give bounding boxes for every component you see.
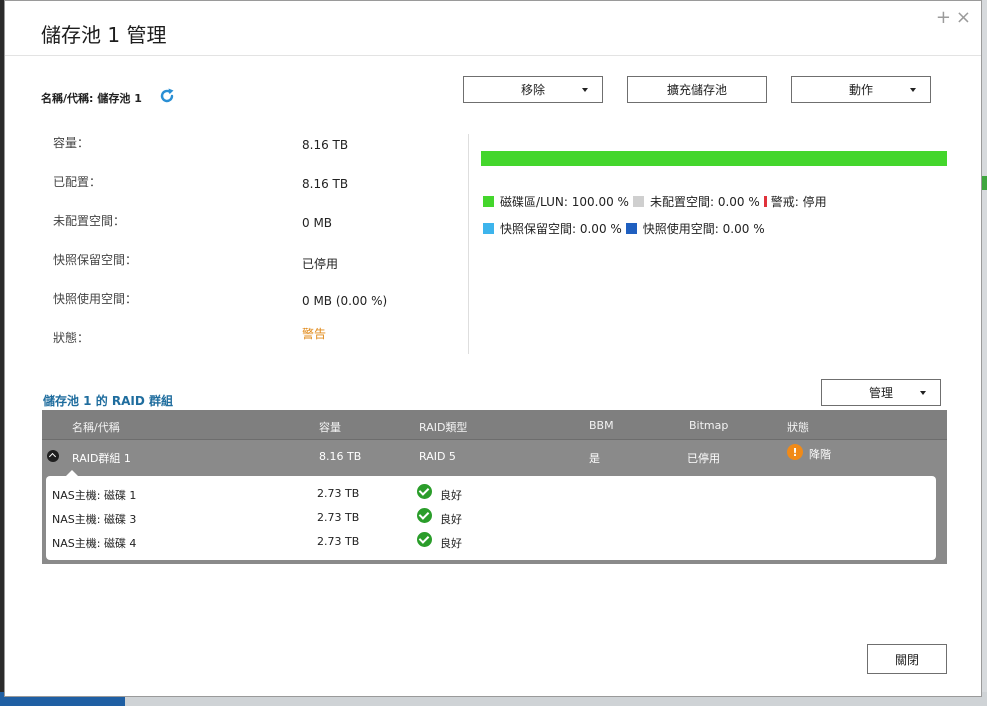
disk-row[interactable]: NAS主機: 磁碟 4 2.73 TB 良好 — [46, 532, 936, 554]
refresh-icon[interactable] — [158, 87, 176, 105]
legend-item-snapshot-reserved: 快照保留空間: 0.00 % — [483, 220, 622, 237]
status-warning-text: 警告 — [302, 327, 327, 341]
property-snapshot-reserved: 快照保留空間： 已停用 — [53, 251, 453, 271]
check-icon — [417, 484, 432, 499]
legend-swatch — [625, 223, 637, 234]
raid-group-row[interactable]: RAID群組 1 8.16 TB RAID 5 是 已停用 ! 降階 — [42, 440, 947, 474]
legend-label: 磁碟區/LUN: 100.00 % — [500, 195, 629, 209]
property-snapshot-used: 快照使用空間： 0 MB (0.00 %) — [53, 290, 453, 310]
raid-group-bitmap: 已停用 — [687, 452, 720, 465]
property-capacity: 容量： 8.16 TB — [53, 134, 453, 154]
property-value: 8.16 TB — [302, 138, 349, 152]
disk-name: NAS主機: 磁碟 1 — [52, 489, 137, 502]
property-allocated: 已配置： 8.16 TB — [53, 173, 453, 193]
action-button-label: 動作 — [848, 83, 873, 97]
usage-legend-row-2: 快照保留空間: 0.00 % 快照使用空間: 0.00 % — [483, 220, 769, 237]
remove-button-label: 移除 — [520, 83, 545, 97]
disk-name: NAS主機: 磁碟 4 — [52, 537, 137, 550]
collapse-icon[interactable] — [47, 450, 59, 462]
column-header-bbm[interactable]: BBM — [589, 419, 614, 432]
legend-swatch — [632, 196, 644, 207]
disk-status: 良好 — [440, 489, 462, 502]
disk-name: NAS主機: 磁碟 3 — [52, 513, 137, 526]
action-button[interactable]: 動作 — [791, 76, 931, 103]
disk-status: 良好 — [440, 537, 462, 550]
legend-label: 快照保留空間: 0.00 % — [500, 222, 622, 236]
column-header-raid-type[interactable]: RAID類型 — [419, 419, 467, 435]
disk-capacity: 2.73 TB — [317, 487, 360, 500]
raid-section-title: 儲存池 1 的 RAID 群組 — [43, 394, 174, 408]
disk-row[interactable]: NAS主機: 磁碟 1 2.73 TB 良好 — [46, 484, 936, 506]
legend-item-unallocated: 未配置空間: 0.00 % — [632, 193, 760, 210]
raid-group-status: 降階 — [809, 448, 831, 461]
maximize-icon[interactable]: + — [936, 9, 951, 27]
property-value: 已停用 — [302, 257, 339, 271]
property-status: 狀態： 警告 — [53, 327, 453, 349]
legend-label: 未配置空間: 0.00 % — [649, 195, 760, 209]
close-icon[interactable]: × — [956, 9, 971, 27]
legend-item-volume: 磁碟區/LUN: 100.00 % — [483, 193, 629, 210]
usage-bar — [481, 151, 947, 166]
disk-list-panel: NAS主機: 磁碟 1 2.73 TB 良好 NAS主機: 磁碟 3 2.73 … — [46, 470, 936, 560]
property-value: 8.16 TB — [302, 177, 349, 191]
check-icon — [417, 532, 432, 547]
disk-row[interactable]: NAS主機: 磁碟 3 2.73 TB 良好 — [46, 508, 936, 530]
expand-pool-button-label: 擴充儲存池 — [666, 83, 727, 97]
property-label: 已配置： — [53, 175, 102, 189]
legend-label: 警戒: 停用 — [770, 195, 827, 209]
column-header-bitmap[interactable]: Bitmap — [689, 419, 728, 432]
property-label: 容量： — [53, 136, 90, 150]
check-icon — [417, 508, 432, 523]
legend-swatch — [763, 196, 767, 207]
legend-label: 快照使用空間: 0.00 % — [642, 222, 765, 236]
warning-icon: ! — [787, 444, 803, 460]
property-label: 未配置空間： — [53, 214, 126, 228]
disk-capacity: 2.73 TB — [317, 535, 360, 548]
property-label: 狀態： — [53, 331, 90, 345]
property-unallocated: 未配置空間： 0 MB — [53, 212, 453, 232]
legend-item-snapshot-used: 快照使用空間: 0.00 % — [625, 220, 765, 237]
column-header-capacity[interactable]: 容量 — [319, 419, 341, 435]
caret-down-icon — [920, 391, 926, 395]
raid-group-type: RAID 5 — [419, 450, 456, 463]
manage-button-label: 管理 — [868, 386, 893, 400]
legend-swatch — [483, 223, 494, 234]
disk-capacity: 2.73 TB — [317, 511, 360, 524]
raid-group-name: RAID群組 1 — [72, 452, 131, 465]
caret-down-icon — [582, 88, 588, 92]
dialog-title: 儲存池 1 管理 — [41, 23, 167, 47]
close-button-label: 關閉 — [894, 652, 919, 667]
usage-legend-row-1: 磁碟區/LUN: 100.00 % 未配置空間: 0.00 % 警戒: 停用 — [483, 193, 831, 210]
expand-pool-button[interactable]: 擴充儲存池 — [627, 76, 767, 103]
raid-group-capacity: 8.16 TB — [319, 450, 362, 463]
dialog-header: 儲存池 1 管理 + × — [5, 1, 981, 56]
caret-down-icon — [910, 88, 916, 92]
remove-button[interactable]: 移除 — [463, 76, 603, 103]
column-header-status[interactable]: 狀態 — [787, 419, 809, 435]
legend-swatch — [483, 196, 494, 207]
storage-pool-dialog: 儲存池 1 管理 + × 名稱/代稱: 儲存池 1 移除 擴充儲存池 動作 容量：… — [4, 0, 982, 697]
disk-status: 良好 — [440, 513, 462, 526]
divider — [468, 134, 469, 354]
property-label: 快照使用空間： — [53, 292, 138, 306]
property-value: 0 MB — [302, 216, 333, 230]
raid-table-header: 名稱/代稱 容量 RAID類型 BBM Bitmap 狀態 — [42, 410, 947, 440]
panel-pointer — [66, 470, 78, 476]
close-button[interactable]: 關閉 — [867, 644, 947, 674]
pool-name-label: 名稱/代稱: — [41, 92, 94, 105]
raid-group-bbm: 是 — [589, 452, 600, 465]
property-value: 0 MB (0.00 %) — [302, 294, 388, 308]
raid-table: 名稱/代稱 容量 RAID類型 BBM Bitmap 狀態 RAID群組 1 8… — [42, 410, 947, 564]
manage-button[interactable]: 管理 — [821, 379, 941, 406]
pool-name-value: 儲存池 1 — [97, 92, 142, 105]
pool-name: 名稱/代稱: 儲存池 1 — [41, 90, 146, 106]
column-header-name[interactable]: 名稱/代稱 — [72, 419, 120, 435]
property-label: 快照保留空間： — [53, 253, 138, 267]
legend-item-alert: 警戒: 停用 — [763, 193, 827, 210]
